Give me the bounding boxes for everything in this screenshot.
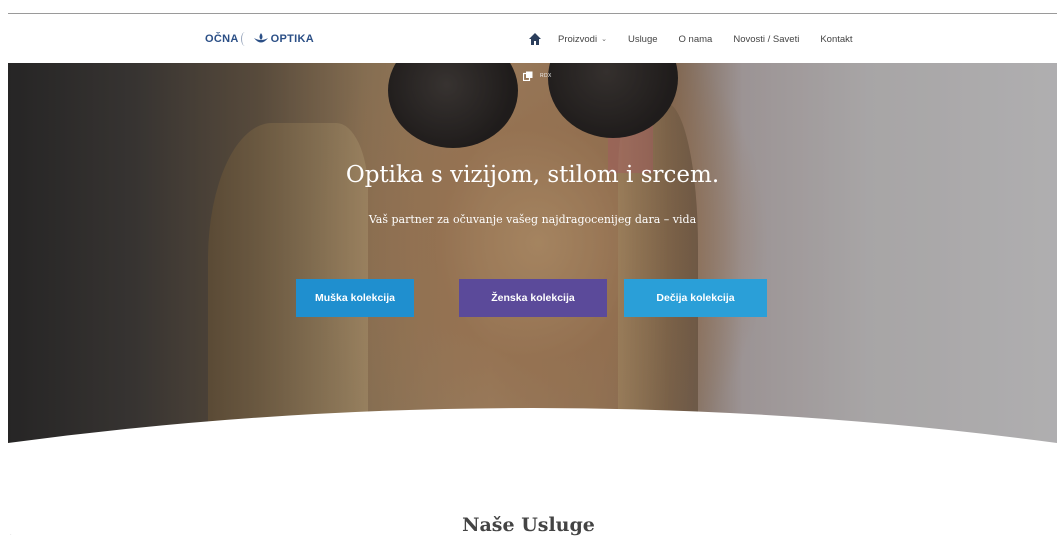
navbar: OČNA OPTIKA Proizvodi ⌄ Usluge O nama No…: [8, 14, 1057, 63]
nav-item-label: Proizvodi: [558, 33, 598, 45]
logo-text-right: OPTIKA: [270, 33, 314, 45]
button-label: Dečija kolekcija: [656, 292, 735, 304]
logo-text-left: OČNA: [205, 33, 239, 45]
hero-overlay: [8, 63, 1057, 443]
hero-banner: RDX Optika s vizijom, stilom i srcem. Va…: [8, 63, 1057, 443]
home-icon[interactable]: [528, 32, 542, 46]
nav-item-novosti[interactable]: Novosti / Saveti: [733, 34, 799, 45]
nav-item-proizvodi[interactable]: Proizvodi ⌄: [558, 34, 607, 45]
nav-item-label: O nama: [678, 33, 713, 45]
hero-title: Optika s vizijom, stilom i srcem.: [345, 162, 720, 188]
kids-collection-button[interactable]: Dečija kolekcija: [624, 279, 767, 317]
nav-item-kontakt[interactable]: Kontakt: [820, 34, 852, 45]
hero-badge[interactable]: RDX: [523, 71, 552, 81]
decorative-dot: ·: [10, 532, 12, 538]
hero-bottom-curve: [8, 408, 1057, 443]
badge-text: RDX: [540, 73, 552, 79]
logo-drop-icon: [253, 33, 268, 43]
section-title-usluge: Naše Usluge: [462, 514, 595, 536]
copy-icon: [523, 71, 533, 81]
main-nav: Proizvodi ⌄ Usluge O nama Novosti / Save…: [528, 30, 874, 48]
site-logo[interactable]: OČNA OPTIKA: [205, 30, 314, 48]
hero-subtitle: Vaš partner za očuvanje vašeg najdragoce…: [368, 213, 697, 226]
button-label: Ženska kolekcija: [491, 292, 575, 304]
logo-swoosh: [240, 32, 249, 46]
mens-collection-button[interactable]: Muška kolekcija: [296, 279, 414, 317]
button-label: Muška kolekcija: [315, 292, 395, 304]
chevron-down-icon: ⌄: [601, 36, 607, 43]
nav-item-label: Novosti / Saveti: [733, 33, 800, 45]
nav-item-label: Usluge: [627, 33, 658, 45]
nav-item-label: Kontakt: [820, 33, 853, 45]
nav-item-usluge[interactable]: Usluge: [628, 34, 658, 45]
nav-item-o-nama[interactable]: O nama: [679, 34, 713, 45]
womens-collection-button[interactable]: Ženska kolekcija: [459, 279, 607, 317]
